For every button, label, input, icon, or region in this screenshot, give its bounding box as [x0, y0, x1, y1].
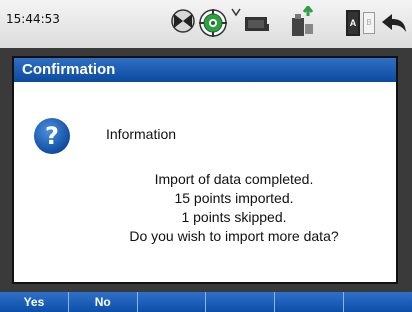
satellite-status-icon[interactable]: [170, 8, 196, 34]
back-arrow-icon[interactable]: [380, 12, 408, 34]
yes-button[interactable]: Yes: [0, 292, 69, 312]
battery-a-icon: A: [346, 10, 360, 36]
signal-icon: [231, 8, 241, 17]
softkey-4[interactable]: [206, 292, 276, 312]
message-line: Do you wish to import more data?: [129, 228, 339, 244]
clock-time: 15:44:53: [6, 12, 60, 26]
no-button[interactable]: No: [69, 292, 138, 312]
target-icon[interactable]: [198, 8, 228, 38]
message-line: Import of data completed.: [154, 171, 314, 187]
usb-upload-icon[interactable]: [290, 6, 316, 38]
message-line: 1 points skipped.: [181, 209, 287, 225]
svg-text:?: ?: [45, 122, 59, 150]
softkey-5[interactable]: [275, 292, 345, 312]
status-bar: 15:44:53 A B: [0, 0, 412, 48]
softkey-3[interactable]: [138, 292, 207, 312]
confirmation-dialog: Confirmation ? Information Import of dat…: [12, 56, 398, 284]
dialog-title: Confirmation: [14, 58, 396, 82]
dialog-heading: Information: [106, 126, 177, 142]
radio-icon[interactable]: [244, 14, 270, 34]
dialog-message: Import of data completed. 15 points impo…: [74, 170, 394, 246]
softkey-6[interactable]: [344, 292, 412, 312]
message-line: 15 points imported.: [174, 190, 294, 206]
battery-a-label: A: [349, 18, 357, 28]
battery-b-label: B: [366, 18, 372, 27]
battery-b-icon: B: [363, 12, 375, 34]
softkey-bar: Yes No: [0, 292, 412, 312]
question-icon: ?: [34, 118, 70, 154]
